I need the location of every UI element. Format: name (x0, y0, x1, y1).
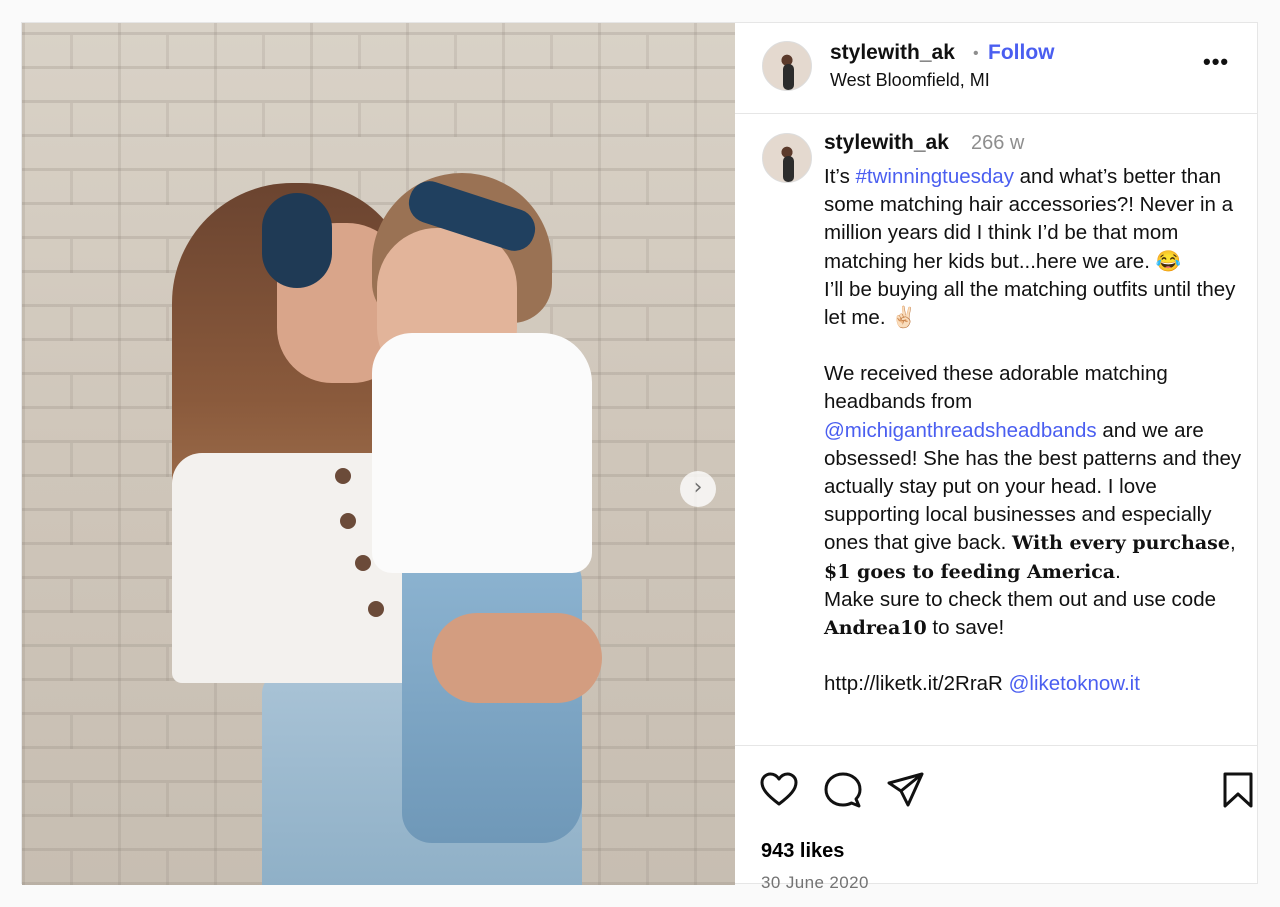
time-ago[interactable]: 266 w (971, 132, 1024, 155)
caption-username[interactable]: stylewith_ak (824, 131, 949, 155)
caption-paragraph: Make sure to check them out and use code… (824, 586, 1244, 642)
chevron-right-icon[interactable]: › (680, 471, 716, 507)
caption-paragraph: I’ll be buying all the matching outfits … (824, 277, 1236, 330)
caption-text-run: We received these adorable matching head… (824, 362, 1168, 414)
follow-button[interactable]: Follow (988, 41, 1055, 65)
bookmark-icon[interactable] (1218, 770, 1258, 810)
caption-blank-line (824, 642, 1244, 670)
share-icon[interactable] (886, 770, 926, 810)
caption-paragraph: http://liketk.it/2RraR @liketoknow.it (824, 670, 1244, 698)
top-button (355, 555, 371, 571)
post-header: stylewith_ak • Follow West Bloomfield, M… (735, 23, 1257, 114)
discount-code: Andrea10 (824, 617, 927, 640)
username-link[interactable]: stylewith_ak (830, 41, 955, 65)
caption-text-run: Make sure to check them out and use code (824, 587, 1217, 611)
caption-text-run: , (1229, 531, 1236, 555)
url-text[interactable]: http://liketk.it/2RraR (824, 672, 1003, 695)
caption-area[interactable]: stylewith_ak 266 w It’s #twinningtuesday… (735, 115, 1257, 745)
location-link[interactable]: West Bloomfield, MI (830, 70, 990, 91)
hashtag-link[interactable]: #twinningtuesday (856, 165, 1014, 188)
mention-link[interactable]: @liketoknow.it (1009, 672, 1140, 695)
kid-shirt (372, 333, 592, 573)
post-footer: 943 likes 30 June 2020 (735, 745, 1258, 892)
avatar[interactable] (762, 41, 812, 91)
top-button (368, 601, 384, 617)
top-button (340, 513, 356, 529)
caption-text-run: It’s (824, 165, 856, 188)
post-photo[interactable]: › (22, 23, 735, 885)
more-options-icon[interactable]: ••• (1203, 49, 1229, 75)
post-side-panel: stylewith_ak • Follow West Bloomfield, M… (735, 23, 1258, 892)
post-date[interactable]: 30 June 2020 (761, 873, 869, 893)
caption-paragraph: It’s #twinningtuesday and what’s better … (824, 163, 1244, 276)
caption-paragraph: We received these adorable matching head… (824, 360, 1244, 586)
avatar[interactable] (762, 133, 812, 183)
caption-text-run: to save! (926, 616, 1005, 640)
comment-icon[interactable] (823, 770, 863, 810)
caption-blank-line (824, 332, 1244, 360)
top-button (335, 468, 351, 484)
caption-text-run: . (1115, 559, 1121, 583)
like-count[interactable]: 943 likes (761, 840, 844, 863)
page-frame: › stylewith_ak • Follow West Bloomfield,… (0, 0, 1280, 907)
caption-text: It’s #twinningtuesday and what’s better … (824, 163, 1244, 698)
post-card: › stylewith_ak • Follow West Bloomfield,… (21, 22, 1258, 892)
mom-headband (262, 193, 332, 288)
caption-bold-run: $1 goes to feeding America (824, 560, 1116, 583)
heart-icon[interactable] (759, 770, 799, 810)
mention-link[interactable]: @michiganthreadsheadbands (824, 419, 1097, 442)
separator-dot: • (973, 45, 979, 62)
mom-arm (432, 613, 602, 703)
caption-bold-run: With every purchase (1012, 532, 1230, 555)
